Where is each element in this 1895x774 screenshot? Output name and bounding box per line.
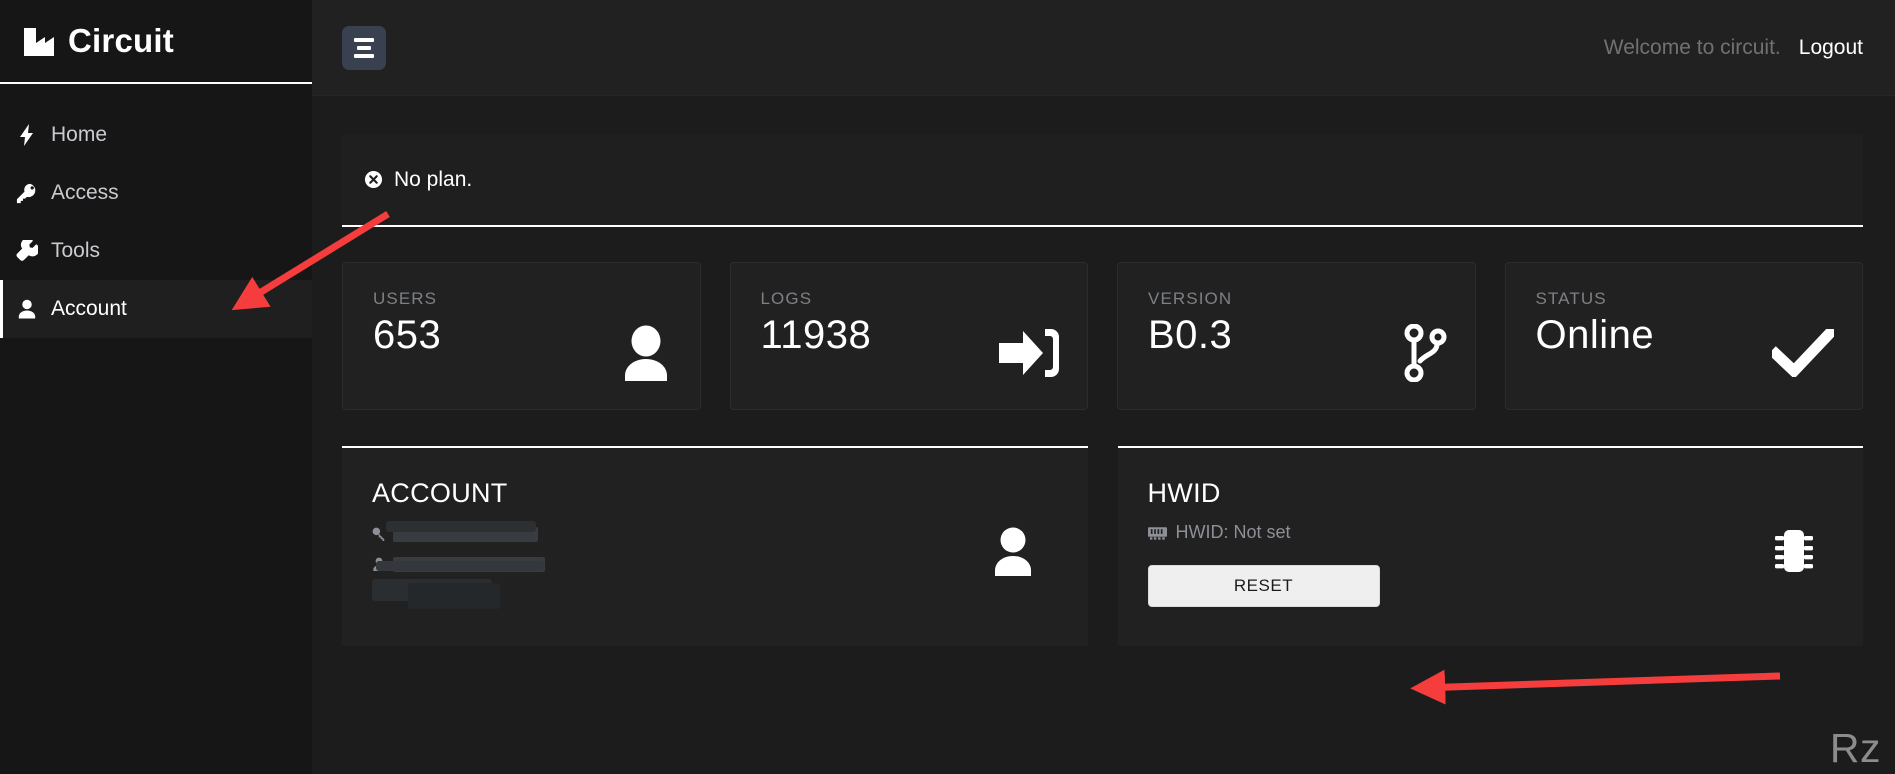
hwid-panel: HWID HWID: Not set RESET bbox=[1117, 446, 1863, 646]
key-icon bbox=[16, 182, 38, 204]
sidebar-item-label: Home bbox=[51, 123, 108, 146]
brand[interactable]: Circuit bbox=[0, 0, 312, 84]
topbar: Welcome to circuit. Logout bbox=[312, 0, 1895, 96]
sidebar: Circuit Home Access Tools Account bbox=[0, 0, 312, 774]
hwid-panel-title: HWID bbox=[1147, 478, 1221, 508]
hamburger-icon[interactable] bbox=[342, 25, 386, 70]
account-panel-title: ACCOUNT bbox=[372, 478, 508, 508]
factory-icon bbox=[22, 26, 56, 56]
hamburger-line bbox=[354, 37, 374, 42]
account-details-redacted bbox=[372, 521, 547, 609]
watermark: Rz bbox=[1829, 725, 1881, 771]
redaction-scribble bbox=[408, 583, 500, 609]
stat-label: USERS bbox=[373, 289, 438, 308]
account-panel: ACCOUNT bbox=[342, 446, 1088, 646]
key-icon bbox=[372, 527, 385, 541]
hwid-panel-head: HWID bbox=[1148, 478, 1834, 509]
sidebar-item-label: Tools bbox=[51, 239, 101, 262]
reset-button[interactable]: RESET bbox=[1147, 565, 1380, 607]
stat-card-logs[interactable]: LOGS 11938 bbox=[729, 262, 1088, 410]
panel-row: ACCOUNT HWID HWID: Not set RESET bbox=[342, 446, 1863, 646]
hamburger-line bbox=[357, 45, 371, 50]
stat-value: 11938 bbox=[760, 313, 872, 357]
stat-text: STATUS Online bbox=[1536, 289, 1655, 409]
stat-label: STATUS bbox=[1535, 289, 1607, 308]
hwid-status-text: HWID: Not set bbox=[1175, 522, 1291, 542]
app-root: Circuit Home Access Tools Account Welcom… bbox=[0, 0, 1895, 774]
hamburger-line bbox=[354, 53, 374, 58]
stat-label: LOGS bbox=[760, 289, 813, 308]
account-panel-head: ACCOUNT bbox=[372, 478, 1058, 509]
stat-value: B0.3 bbox=[1148, 313, 1233, 357]
bolt-icon bbox=[16, 124, 38, 146]
wrench-icon bbox=[16, 240, 38, 262]
sign-in-arrow-icon bbox=[999, 289, 1059, 409]
stat-label: VERSION bbox=[1148, 289, 1233, 308]
redaction-scribble bbox=[376, 561, 544, 571]
hwid-status-row: HWID: Not set bbox=[1147, 522, 1834, 543]
sidebar-item-account[interactable]: Account bbox=[0, 280, 312, 338]
stat-text: USERS 653 bbox=[373, 289, 441, 409]
stat-value: 653 bbox=[373, 313, 442, 357]
logout-link[interactable]: Logout bbox=[1799, 36, 1863, 60]
main-area: Welcome to circuit. Logout No plan. USER… bbox=[312, 0, 1895, 774]
stat-card-version[interactable]: VERSION B0.3 bbox=[1117, 262, 1476, 410]
content-area: No plan. USERS 653 LOGS 11938 VERSION B0… bbox=[312, 96, 1895, 774]
times-circle-icon bbox=[364, 170, 383, 189]
sidebar-item-access[interactable]: Access bbox=[0, 164, 312, 222]
user-icon bbox=[16, 299, 38, 319]
brand-name: Circuit bbox=[68, 22, 174, 59]
stat-card-row: USERS 653 LOGS 11938 VERSION B0.3 STATUS… bbox=[342, 262, 1863, 410]
stat-card-status[interactable]: STATUS Online bbox=[1504, 262, 1863, 410]
stat-text: LOGS 11938 bbox=[761, 289, 872, 409]
sidebar-item-label: Access bbox=[51, 181, 119, 204]
sidebar-item-label: Account bbox=[51, 297, 127, 320]
microchip-icon bbox=[1771, 526, 1817, 576]
sidebar-nav: Home Access Tools Account bbox=[0, 84, 312, 338]
plan-alert-text: No plan. bbox=[394, 167, 473, 191]
memory-icon bbox=[1147, 526, 1167, 540]
stat-card-users[interactable]: USERS 653 bbox=[342, 262, 701, 410]
check-icon bbox=[1772, 289, 1834, 409]
welcome-message: Welcome to circuit. bbox=[1603, 35, 1781, 59]
stat-value: Online bbox=[1535, 313, 1655, 357]
sidebar-item-tools[interactable]: Tools bbox=[0, 222, 312, 280]
code-branch-icon bbox=[1403, 289, 1447, 409]
stat-text: VERSION B0.3 bbox=[1148, 289, 1232, 409]
sidebar-item-home[interactable]: Home bbox=[0, 106, 312, 164]
redaction-scribble bbox=[386, 521, 536, 532]
user-icon bbox=[620, 289, 672, 409]
plan-alert: No plan. bbox=[342, 134, 1863, 227]
topbar-right: Welcome to circuit. Logout bbox=[1604, 36, 1863, 60]
user-icon bbox=[990, 526, 1036, 576]
